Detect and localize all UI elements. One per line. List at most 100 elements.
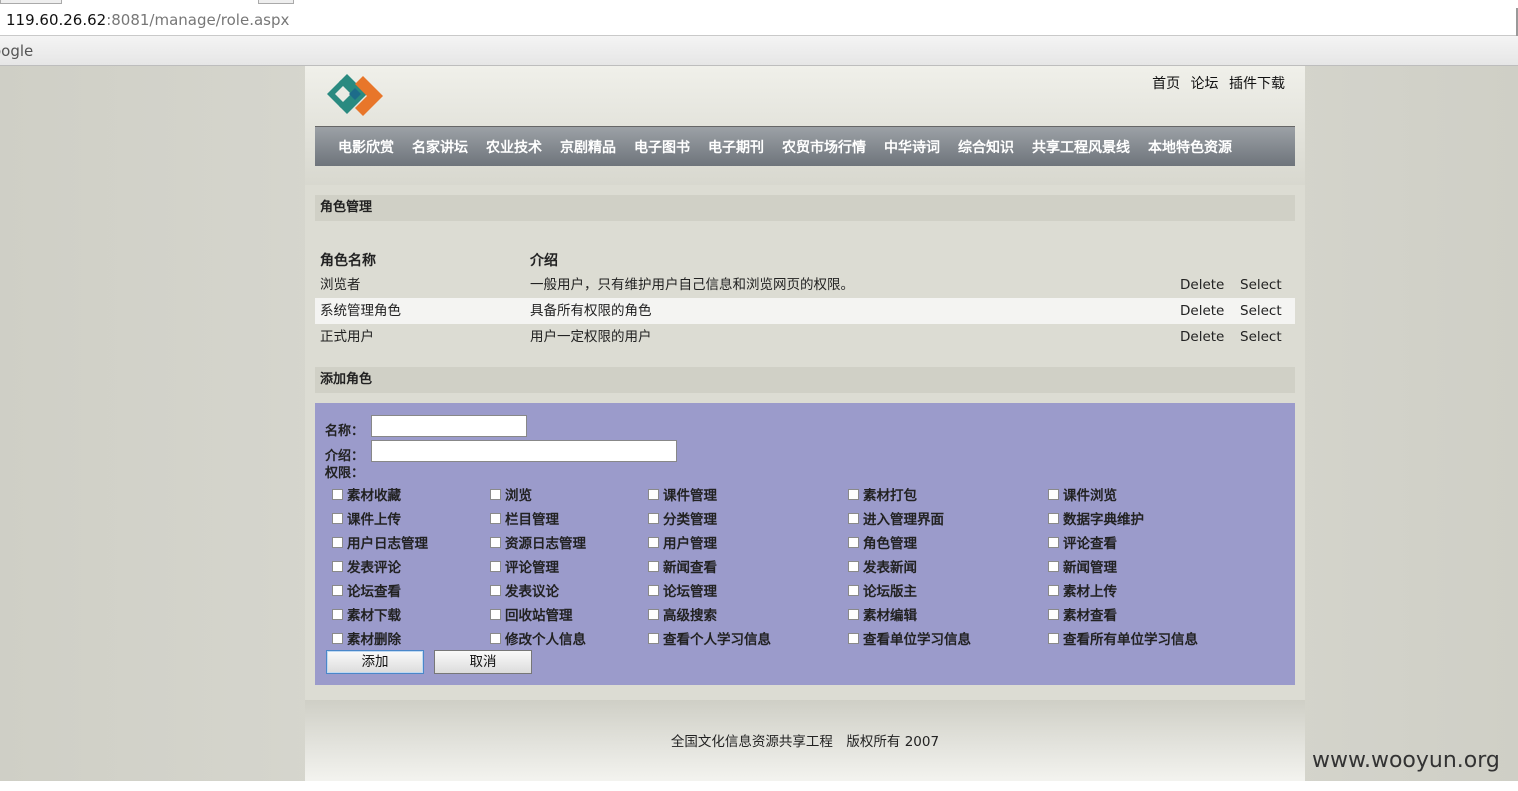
nav-item-ebooks[interactable]: 电子图书 [625,137,699,157]
checkbox-box[interactable] [1048,608,1059,620]
select-link[interactable]: Select [1240,324,1282,350]
checkbox-box[interactable] [490,488,501,500]
checkbox-box[interactable] [490,632,501,644]
top-link-plugin-download[interactable]: 插件下载 [1229,76,1285,92]
permission-checkbox[interactable]: 评论管理 [490,556,559,576]
permission-checkbox[interactable]: 素材查看 [1048,604,1117,624]
checkbox-box[interactable] [332,584,343,596]
permission-checkbox[interactable]: 论坛管理 [648,580,717,600]
permission-checkbox[interactable]: 评论查看 [1048,532,1117,552]
checkbox-box[interactable] [1048,584,1059,596]
checkbox-box[interactable] [648,584,659,596]
permission-checkbox[interactable]: 用户管理 [648,532,717,552]
checkbox-box[interactable] [1048,560,1059,572]
site-logo-icon[interactable] [325,72,387,118]
checkbox-box[interactable] [1048,632,1059,644]
permission-checkbox[interactable]: 查看单位学习信息 [848,628,971,648]
permission-checkbox[interactable]: 素材删除 [332,628,401,648]
permission-checkbox[interactable]: 课件浏览 [1048,484,1117,504]
checkbox-box[interactable] [1048,536,1059,548]
permission-checkbox[interactable]: 课件管理 [648,484,717,504]
permission-checkbox[interactable]: 发表议论 [490,580,559,600]
permission-checkbox[interactable]: 新闻管理 [1048,556,1117,576]
checkbox-box[interactable] [648,536,659,548]
checkbox-box[interactable] [848,584,859,596]
checkbox-box[interactable] [648,512,659,524]
checkbox-box[interactable] [332,536,343,548]
nav-item-local[interactable]: 本地特色资源 [1139,137,1241,157]
role-name-input[interactable] [371,415,527,437]
permission-checkbox[interactable]: 素材收藏 [332,484,401,504]
permission-checkbox[interactable]: 修改个人信息 [490,628,586,648]
delete-link[interactable]: Delete [1180,324,1224,350]
checkbox-box[interactable] [1048,488,1059,500]
role-desc-input[interactable] [371,440,677,462]
checkbox-box[interactable] [648,560,659,572]
permission-checkbox[interactable]: 回收站管理 [490,604,573,624]
nav-item-poetry[interactable]: 中华诗词 [875,137,949,157]
select-link[interactable]: Select [1240,298,1282,324]
top-link-forum[interactable]: 论坛 [1191,76,1219,92]
checkbox-box[interactable] [848,488,859,500]
permission-checkbox[interactable]: 数据字典维护 [1048,508,1144,528]
nav-item-lectures[interactable]: 名家讲坛 [403,137,477,157]
permission-checkbox[interactable]: 课件上传 [332,508,401,528]
nav-item-agriculture[interactable]: 农业技术 [477,137,551,157]
delete-link[interactable]: Delete [1180,272,1224,298]
permission-checkbox[interactable]: 素材下载 [332,604,401,624]
permission-checkbox[interactable]: 高级搜索 [648,604,717,624]
permission-checkbox[interactable]: 用户日志管理 [332,532,428,552]
checkbox-box[interactable] [332,512,343,524]
permission-checkbox[interactable]: 新闻查看 [648,556,717,576]
checkbox-box[interactable] [490,512,501,524]
add-button[interactable]: 添加 [326,650,424,674]
permission-checkbox[interactable]: 进入管理界面 [848,508,944,528]
permission-checkbox[interactable]: 查看所有单位学习信息 [1048,628,1198,648]
checkbox-box[interactable] [1048,512,1059,524]
checkbox-box[interactable] [848,512,859,524]
nav-item-opera[interactable]: 京剧精品 [551,137,625,157]
permission-checkbox[interactable]: 素材上传 [1048,580,1117,600]
top-link-home[interactable]: 首页 [1152,76,1180,92]
checkbox-box[interactable] [648,488,659,500]
permission-checkbox[interactable]: 发表新闻 [848,556,917,576]
permission-checkbox[interactable]: 素材打包 [848,484,917,504]
bookmark-google[interactable]: oogle [0,42,33,60]
permission-checkbox[interactable]: 论坛查看 [332,580,401,600]
permission-checkbox[interactable]: 浏览 [490,484,532,504]
checkbox-box[interactable] [848,560,859,572]
permission-label: 分类管理 [663,512,717,528]
checkbox-box[interactable] [848,632,859,644]
permission-checkbox[interactable]: 角色管理 [848,532,917,552]
checkbox-box[interactable] [648,608,659,620]
cancel-button[interactable]: 取消 [434,650,532,674]
select-link[interactable]: Select [1240,272,1282,298]
permission-checkbox[interactable]: 发表评论 [332,556,401,576]
checkbox-box[interactable] [332,488,343,500]
checkbox-box[interactable] [490,608,501,620]
permission-checkbox[interactable]: 素材编辑 [848,604,917,624]
permission-checkbox[interactable]: 分类管理 [648,508,717,528]
checkbox-box[interactable] [848,608,859,620]
checkbox-box[interactable] [648,632,659,644]
checkbox-box[interactable] [490,536,501,548]
checkbox-box[interactable] [490,584,501,596]
browser-address-bar[interactable]: 119.60.26.62:8081/manage/role.aspx [0,0,1518,36]
url-text[interactable]: 119.60.26.62:8081/manage/role.aspx [6,11,289,29]
checkbox-box[interactable] [332,632,343,644]
nav-item-knowledge[interactable]: 综合知识 [949,137,1023,157]
permission-checkbox[interactable]: 栏目管理 [490,508,559,528]
nav-item-scenery[interactable]: 共享工程风景线 [1023,137,1139,157]
permission-checkbox[interactable]: 论坛版主 [848,580,917,600]
delete-link[interactable]: Delete [1180,298,1224,324]
checkbox-box[interactable] [490,560,501,572]
checkbox-box[interactable] [332,608,343,620]
nav-item-ejournals[interactable]: 电子期刊 [699,137,773,157]
permission-checkbox[interactable]: 资源日志管理 [490,532,586,552]
checkbox-box[interactable] [848,536,859,548]
nav-item-market[interactable]: 农贸市场行情 [773,137,875,157]
permission-checkbox[interactable]: 查看个人学习信息 [648,628,771,648]
nav-item-movies[interactable]: 电影欣赏 [329,137,403,157]
role-desc: 一般用户，只有维护用户自己信息和浏览网页的权限。 [530,277,854,293]
checkbox-box[interactable] [332,560,343,572]
